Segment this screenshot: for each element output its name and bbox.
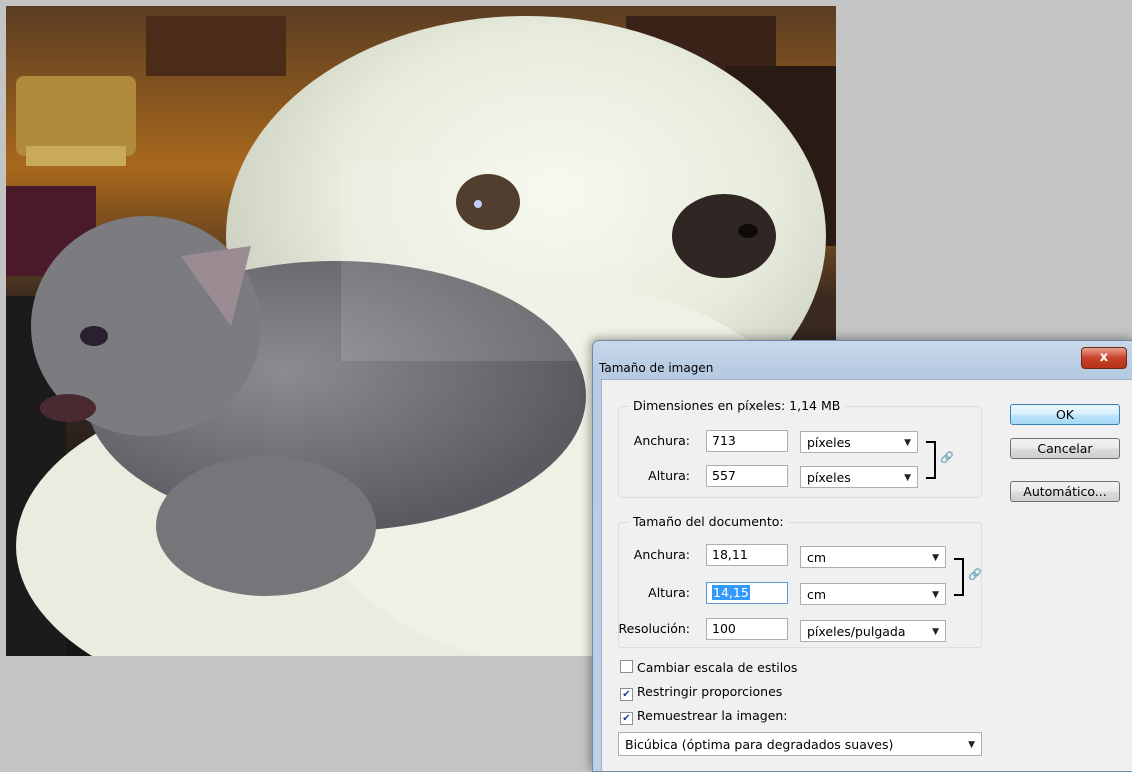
chevron-down-icon: ▼ (904, 438, 911, 448)
scale-styles-checkbox[interactable]: Cambiar escala de estilos (620, 660, 797, 675)
pixel-height-input[interactable]: 557 (706, 465, 788, 487)
dialog-client-area: Dimensiones en píxeles: 1,14 MB Anchura:… (601, 379, 1132, 771)
resolution-input[interactable]: 100 (706, 618, 788, 640)
pixel-link-bracket (926, 441, 936, 479)
pixel-height-unit-value: píxeles (807, 470, 851, 485)
doc-width-unit-select[interactable]: cm ▼ (800, 546, 946, 568)
dialog-titlebar[interactable]: Tamaño de imagen x (593, 341, 1132, 377)
resample-method-select[interactable]: Bicúbica (óptima para degradados suaves)… (618, 732, 982, 756)
dialog-title: Tamaño de imagen (599, 361, 714, 375)
chevron-down-icon: ▼ (932, 553, 939, 563)
doc-width-unit-value: cm (807, 550, 827, 565)
pixel-height-unit-select[interactable]: píxeles ▼ (800, 466, 918, 488)
checkmark-icon: ✔ (620, 688, 633, 701)
resolution-label: Resolución: (618, 621, 691, 636)
link-icon: 🔗 (940, 451, 954, 464)
pixel-height-label: Altura: (648, 468, 690, 483)
close-button[interactable]: x (1081, 347, 1127, 369)
resolution-unit-select[interactable]: píxeles/pulgada ▼ (800, 620, 946, 642)
doc-height-selected-text: 14,15 (712, 585, 750, 600)
doc-height-input[interactable]: 14,15 (706, 582, 788, 604)
auto-button[interactable]: Automático... (1010, 481, 1120, 502)
ok-button[interactable]: OK (1010, 404, 1120, 425)
pixel-width-input[interactable]: 713 (706, 430, 788, 452)
image-size-dialog: Tamaño de imagen x Dimensiones en píxele… (592, 340, 1132, 772)
doc-height-unit-select[interactable]: cm ▼ (800, 583, 946, 605)
chevron-down-icon: ▼ (904, 473, 911, 483)
scale-styles-label: Cambiar escala de estilos (637, 660, 798, 675)
chevron-down-icon: ▼ (932, 590, 939, 600)
document-size-legend: Tamaño del documento: (629, 514, 788, 529)
pixel-width-label: Anchura: (633, 433, 690, 448)
doc-link-bracket (954, 558, 964, 596)
close-icon: x (1099, 350, 1109, 365)
doc-width-input[interactable]: 18,11 (706, 544, 788, 566)
checkmark-icon: ✔ (620, 712, 633, 725)
pixel-width-unit-select[interactable]: píxeles ▼ (800, 431, 918, 453)
doc-width-label: Anchura: (633, 547, 690, 562)
constrain-proportions-label: Restringir proporciones (637, 684, 783, 699)
cancel-button[interactable]: Cancelar (1010, 438, 1120, 459)
resample-checkbox[interactable]: ✔ Remuestrear la imagen: (620, 708, 788, 725)
doc-height-label: Altura: (648, 585, 690, 600)
pixel-width-unit-value: píxeles (807, 435, 851, 450)
constrain-proportions-checkbox[interactable]: ✔ Restringir proporciones (620, 684, 782, 701)
doc-height-unit-value: cm (807, 587, 827, 602)
chevron-down-icon: ▼ (968, 740, 975, 750)
link-icon: 🔗 (968, 568, 982, 581)
resample-method-value: Bicúbica (óptima para degradados suaves) (625, 737, 894, 752)
checkbox-box (620, 660, 633, 673)
chevron-down-icon: ▼ (932, 627, 939, 637)
resolution-unit-value: píxeles/pulgada (807, 624, 906, 639)
doc-height-label-text: Altura: (648, 585, 690, 600)
pixel-dimensions-legend: Dimensiones en píxeles: 1,14 MB (629, 398, 845, 413)
resample-label: Remuestrear la imagen: (637, 708, 788, 723)
